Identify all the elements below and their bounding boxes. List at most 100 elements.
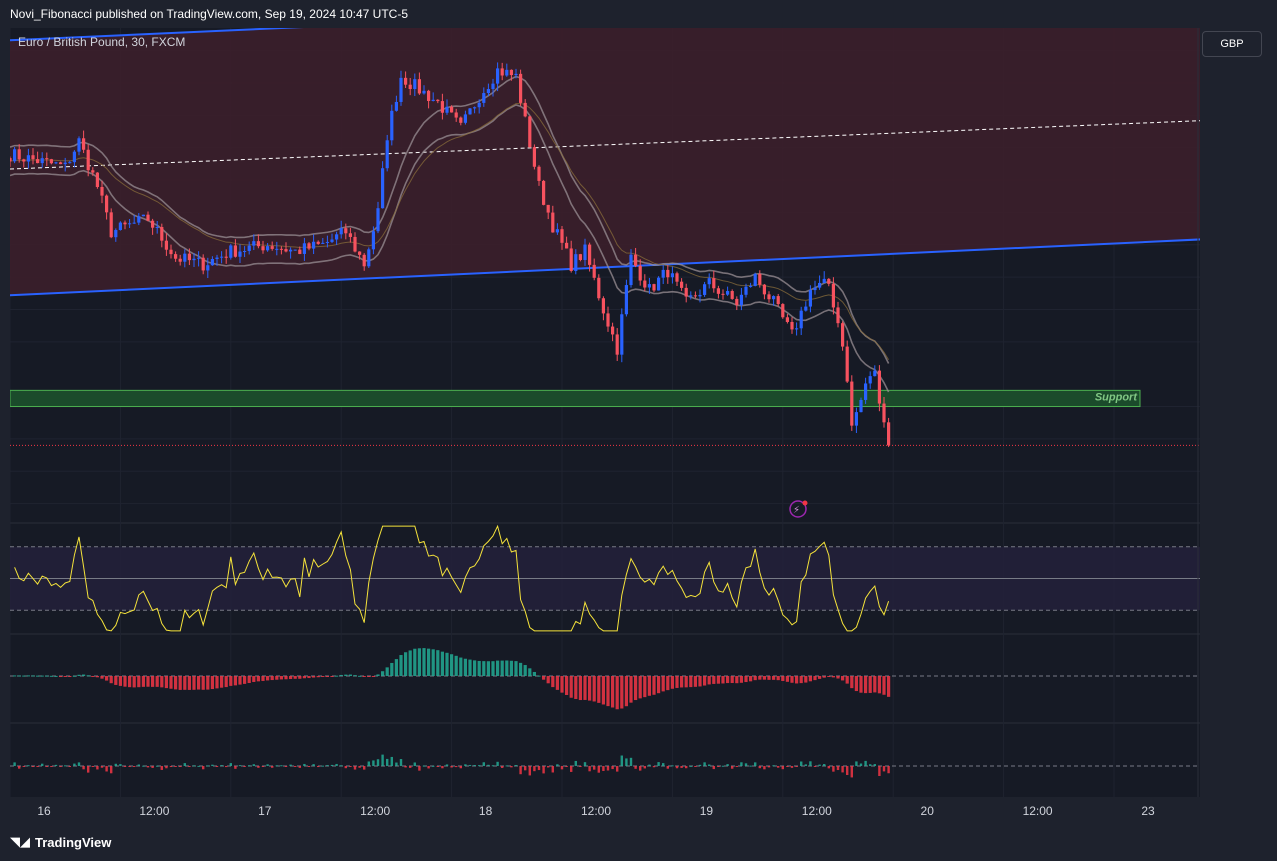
candle-body (749, 285, 753, 287)
volume-bar (804, 764, 807, 766)
candle-body (546, 204, 550, 213)
candle-body (657, 277, 661, 291)
candle-body (215, 257, 219, 259)
volume-bar (542, 766, 545, 774)
candle-body (440, 101, 444, 113)
volume-bar (225, 766, 228, 768)
volume-bar (96, 766, 99, 770)
support-label: Support (1095, 391, 1138, 403)
macd-bar (647, 676, 651, 696)
macd-bar (385, 667, 389, 676)
macd-bar (17, 675, 21, 677)
candle-body (712, 278, 716, 289)
price-chart[interactable]: Support⚡0.845500.845000.844500.844000.84… (10, 28, 1200, 797)
macd-bar (652, 676, 656, 695)
macd-bar (468, 659, 472, 676)
candle-body (647, 284, 651, 288)
volume-bar (114, 763, 117, 766)
macd-bar (831, 676, 835, 678)
candle-body (776, 296, 780, 305)
candle-body (298, 249, 302, 254)
volume-bar (59, 766, 62, 767)
candle-body (353, 236, 357, 252)
volume-bar (717, 766, 720, 767)
macd-bar (164, 676, 168, 689)
time-axis[interactable]: 16 12:00 17 12:00 18 12:00 19 12:00 20 12:00 23 (0, 797, 1277, 827)
volume-bar (271, 766, 274, 768)
candle-body (362, 254, 366, 267)
volume-bar (496, 761, 499, 766)
candle-body (629, 254, 633, 286)
candle-body (638, 265, 642, 281)
tradingview-logo-text: TradingView (35, 835, 112, 850)
candle-body (730, 291, 734, 299)
candle-body (887, 422, 891, 446)
volume-bar (77, 762, 81, 766)
volume-bar (625, 758, 628, 766)
volume-bar (767, 766, 771, 768)
volume-bar (317, 766, 320, 768)
candle-body (569, 248, 573, 271)
candle-body (114, 230, 118, 238)
tradingview-logo[interactable]: ◥◢ TradingView (10, 835, 111, 850)
candle-body (427, 90, 431, 102)
macd-bar (772, 676, 776, 680)
macd-bar (187, 676, 191, 690)
volume-bar (418, 766, 421, 771)
candle-body (86, 149, 90, 171)
candle-body (279, 248, 283, 250)
macd-bar (247, 676, 251, 683)
volume-bar (639, 766, 642, 771)
volume-bar (312, 764, 315, 766)
volume-bar (335, 763, 338, 766)
macd-bar (321, 676, 325, 677)
candle-body (229, 245, 233, 258)
volume-bar (41, 763, 44, 766)
macd-bar (408, 650, 412, 676)
macd-bar (629, 676, 633, 703)
candle-body (744, 286, 748, 295)
candle-body (40, 158, 44, 164)
macd-bar (707, 676, 711, 685)
volume-bar (381, 754, 384, 766)
macd-bar (95, 676, 99, 678)
macd-bar (565, 676, 569, 695)
volume-bar (708, 764, 711, 766)
currency-button[interactable]: GBP (1202, 31, 1262, 57)
volume-bar (560, 766, 564, 770)
macd-bar (836, 676, 840, 679)
macd-bar (31, 675, 35, 677)
volume-bar (846, 766, 849, 776)
candle-body (178, 258, 182, 262)
macd-bar (252, 676, 256, 682)
macd-bar (657, 676, 661, 694)
macd-bar (270, 676, 274, 681)
candle-body (790, 321, 794, 330)
support-zone (10, 389, 1141, 408)
macd-bar (473, 660, 477, 676)
volume-bar (602, 766, 605, 771)
candle-body (224, 256, 228, 258)
candle-body (795, 328, 799, 330)
candle-body (371, 231, 375, 250)
macd-bar (335, 675, 339, 677)
macd-bar (233, 676, 237, 686)
candle-body (827, 278, 831, 284)
candle-body (615, 334, 619, 355)
volume-bar (298, 766, 301, 768)
macd-bar (36, 675, 40, 677)
macd-bar (353, 675, 357, 677)
macd-bar (68, 676, 72, 677)
volume-bar (266, 764, 269, 766)
chart-area[interactable]: Support⚡0.845500.845000.844500.844000.84… (10, 28, 1200, 797)
macd-bar (721, 676, 725, 684)
macd-bar (160, 676, 164, 688)
volume-bar (551, 766, 554, 773)
volume-bar (689, 765, 692, 767)
macd-bar (887, 676, 891, 697)
candle-body (634, 254, 638, 266)
candle-body (808, 290, 812, 307)
macd-bar (477, 660, 481, 676)
macd-bar (735, 676, 739, 684)
candle-body (597, 277, 601, 299)
